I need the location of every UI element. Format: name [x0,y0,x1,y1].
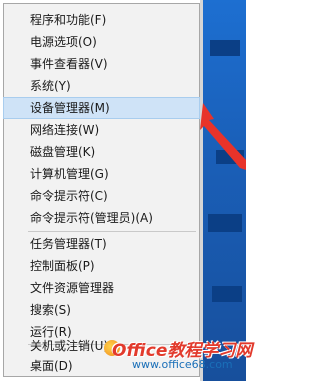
menu-item-task-manager[interactable]: 任务管理器(T) [4,234,199,254]
menu-item-system[interactable]: 系统(Y) [4,76,199,96]
menu-item-file-explorer[interactable]: 文件资源管理器 [4,278,199,298]
desktop-background [202,0,246,381]
menu-item-command-prompt[interactable]: 命令提示符(C) [4,186,199,206]
menu-item-programs-features[interactable]: 程序和功能(F) [4,10,199,30]
desktop-tile [208,214,242,232]
watermark-url: www.office68.com [132,358,233,371]
menu-separator [28,231,196,232]
menu-item-device-manager[interactable]: 设备管理器(M) [3,97,200,119]
winx-context-menu: 程序和功能(F) 电源选项(O) 事件查看器(V) 系统(Y) 设备管理器(M)… [3,3,200,377]
desktop-edge [200,0,203,381]
menu-item-network-connections[interactable]: 网络连接(W) [4,120,199,140]
menu-item-command-prompt-admin[interactable]: 命令提示符(管理员)(A) [4,208,199,228]
menu-item-power-options[interactable]: 电源选项(O) [4,32,199,52]
desktop-tile [212,286,242,302]
menu-item-search[interactable]: 搜索(S) [4,300,199,320]
desktop-tile [216,150,244,164]
menu-item-computer-management[interactable]: 计算机管理(G) [4,164,199,184]
site-watermark: Office教程学习网 www.office68.com [104,336,252,381]
desktop-tile [210,40,240,56]
menu-item-disk-management[interactable]: 磁盘管理(K) [4,142,199,162]
menu-item-control-panel[interactable]: 控制面板(P) [4,256,199,276]
menu-item-event-viewer[interactable]: 事件查看器(V) [4,54,199,74]
